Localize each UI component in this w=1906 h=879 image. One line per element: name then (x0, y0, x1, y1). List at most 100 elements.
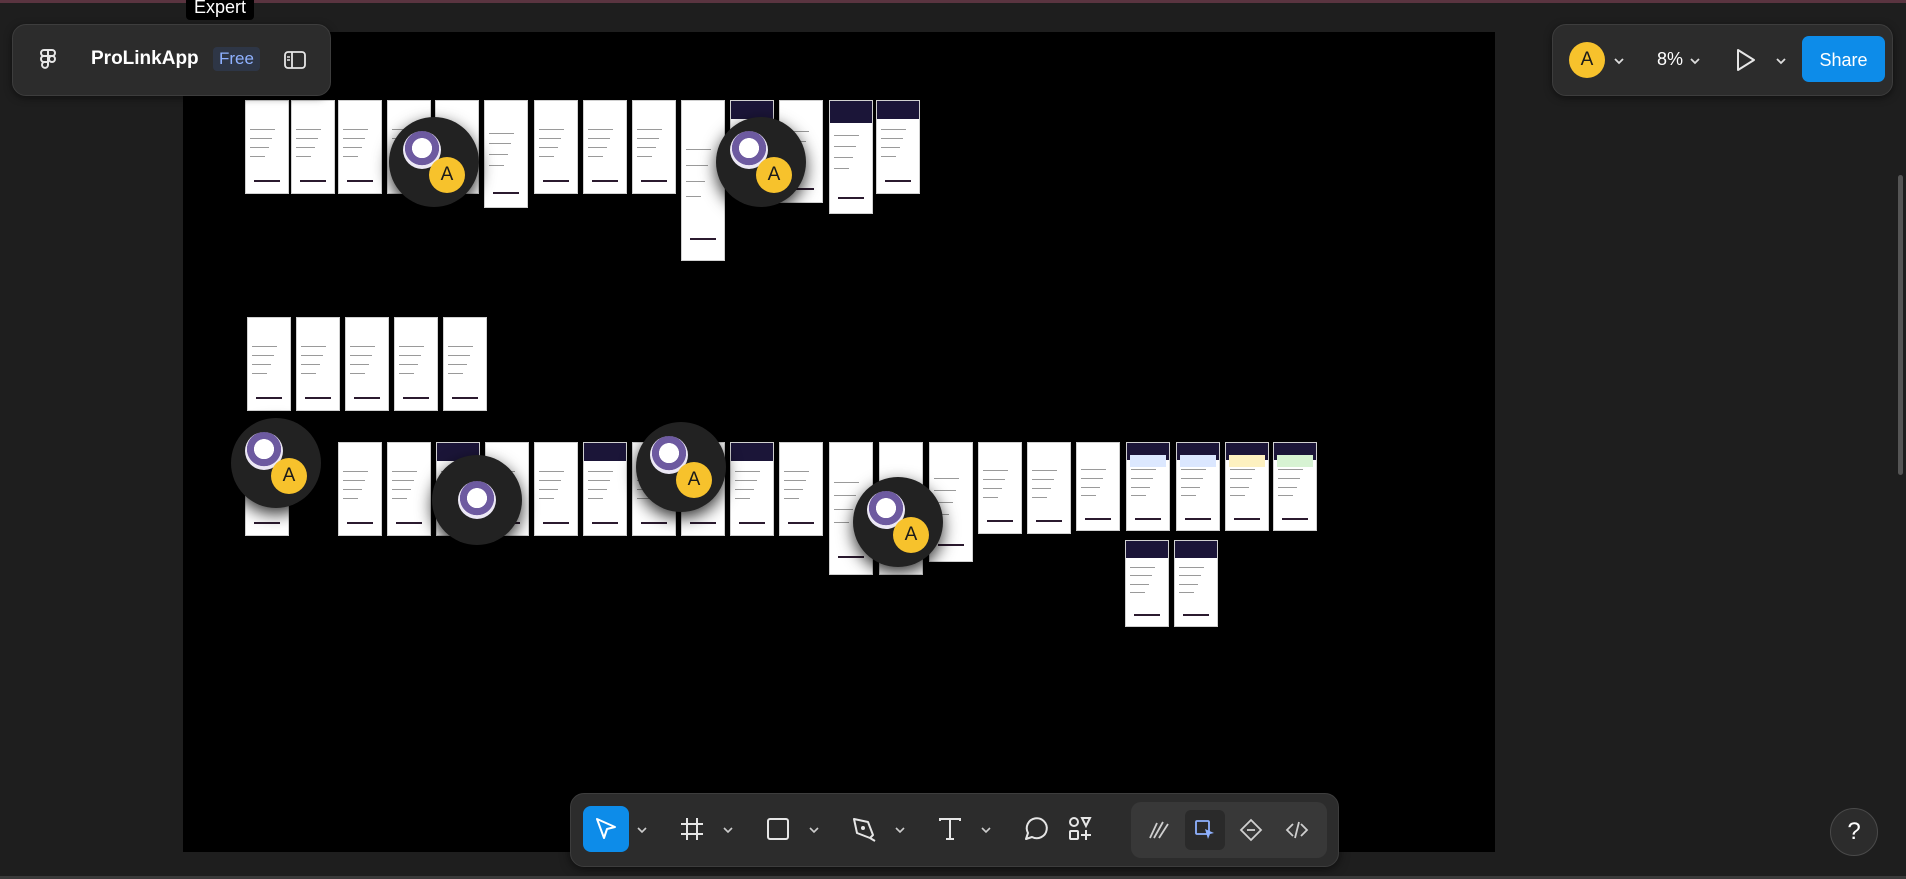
frame-text-line (588, 498, 604, 500)
screen-frame-thumbnail[interactable] (583, 442, 627, 536)
current-user-avatar[interactable]: A (1569, 42, 1605, 78)
file-name[interactable]: ProLinkApp (91, 48, 199, 70)
screen-frame-thumbnail[interactable] (245, 100, 289, 194)
frame-button-bar (1281, 517, 1309, 520)
chevron-down-icon[interactable] (1689, 55, 1701, 67)
help-button[interactable]: ? (1830, 808, 1878, 856)
screen-frame-thumbnail[interactable] (247, 317, 291, 411)
collaborator-cursor: A (231, 418, 321, 508)
dev-mode-icon[interactable] (1277, 810, 1317, 850)
frame-text-line (296, 156, 312, 158)
rectangle-tool-icon[interactable] (755, 806, 801, 852)
screen-frame-thumbnail[interactable] (681, 100, 725, 261)
screen-frame-thumbnail[interactable] (484, 100, 528, 208)
file-panel: ProLinkApp Free (12, 24, 331, 96)
chevron-down-icon[interactable] (637, 825, 647, 835)
frame-button-bar (787, 522, 815, 525)
screen-frame-thumbnail[interactable] (1225, 442, 1269, 531)
screen-frame-thumbnail[interactable] (338, 442, 382, 536)
frame-text-line (296, 128, 322, 130)
vertical-scrollbar[interactable] (1898, 175, 1903, 475)
plan-badge[interactable]: Free (213, 47, 260, 71)
screen-frame-thumbnail[interactable] (443, 317, 487, 411)
frame-button-bar (1184, 517, 1212, 520)
text-tool-icon[interactable] (927, 806, 973, 852)
frame-text-line (1278, 495, 1294, 497)
design-mode-icon[interactable] (1185, 810, 1225, 850)
collaborator-avatar: A (676, 462, 712, 498)
prototype-mode-icon[interactable] (1231, 810, 1271, 850)
screen-frame-thumbnail[interactable] (394, 317, 438, 411)
frame-text-line (399, 354, 422, 356)
screen-frame-thumbnail[interactable] (583, 100, 627, 194)
frame-button-bar (492, 192, 520, 195)
frame-button-bar (402, 397, 430, 400)
frame-text-line (489, 154, 508, 155)
present-play-icon[interactable] (1733, 47, 1757, 73)
screen-frame-thumbnail[interactable] (876, 100, 920, 194)
draw-mode-icon[interactable] (1139, 810, 1179, 850)
screen-frame-thumbnail[interactable] (1076, 442, 1120, 531)
actions-tool-icon[interactable] (1057, 806, 1103, 852)
frame-text-line (1278, 469, 1304, 471)
chevron-down-icon[interactable] (981, 825, 991, 835)
chevron-down-icon[interactable] (723, 825, 733, 835)
screen-frame-thumbnail[interactable] (978, 442, 1022, 534)
screen-frame-thumbnail[interactable] (387, 442, 431, 536)
zoom-level[interactable]: 8% (1657, 49, 1683, 70)
frame-text-line (588, 470, 614, 472)
frame-text-line (686, 180, 705, 182)
frame-highlight (1276, 455, 1314, 468)
tooltip: Expert (186, 0, 255, 20)
collaborator-avatar: A (271, 458, 307, 494)
frame-text-line (343, 498, 359, 500)
frame-text-line (1130, 566, 1156, 568)
pen-tool-icon[interactable] (841, 806, 887, 852)
frame-text-line (784, 470, 810, 472)
screen-frame-thumbnail[interactable] (291, 100, 335, 194)
frame-button-bar (346, 522, 374, 525)
screen-frame-thumbnail[interactable] (1176, 442, 1220, 531)
screen-frame-thumbnail[interactable] (730, 442, 774, 536)
screen-frame-thumbnail[interactable] (296, 317, 340, 411)
frame-header-bar (830, 101, 872, 124)
frame-text-line (250, 147, 269, 148)
frame-text-line (1179, 566, 1205, 568)
frame-text-line (1081, 486, 1100, 488)
screen-frame-thumbnail[interactable] (1273, 442, 1317, 531)
frame-text-line (1131, 486, 1150, 488)
screen-frame-thumbnail[interactable] (345, 317, 389, 411)
frame-header-bar (1126, 541, 1168, 558)
sidebar-toggle-icon[interactable] (283, 49, 307, 71)
screen-frame-thumbnail[interactable] (1027, 442, 1071, 534)
frame-text-line (539, 137, 562, 139)
screen-frame-thumbnail[interactable] (1126, 442, 1170, 531)
screen-frame-thumbnail[interactable] (1125, 540, 1169, 627)
chevron-down-icon[interactable] (895, 825, 905, 835)
screen-frame-thumbnail[interactable] (632, 100, 676, 194)
design-canvas[interactable] (183, 32, 1495, 852)
frame-text-line (1081, 495, 1097, 497)
screen-frame-thumbnail[interactable] (1174, 540, 1218, 627)
move-tool-icon[interactable] (583, 806, 629, 852)
screen-frame-thumbnail[interactable] (779, 442, 823, 536)
frame-text-line (588, 489, 607, 490)
frame-button-bar (837, 555, 865, 558)
comment-tool-icon[interactable] (1013, 806, 1059, 852)
frame-text-line (350, 373, 366, 375)
mode-switcher (1131, 802, 1327, 858)
chevron-down-icon[interactable] (1613, 55, 1625, 67)
chevron-down-icon[interactable] (809, 825, 819, 835)
screen-frame-thumbnail[interactable] (534, 100, 578, 194)
figma-menu-icon[interactable] (35, 47, 61, 73)
frame-header-bar (877, 101, 919, 120)
screen-frame-thumbnail[interactable] (338, 100, 382, 194)
frame-text-line (489, 132, 515, 134)
screen-frame-thumbnail[interactable] (829, 100, 873, 214)
share-button[interactable]: Share (1802, 36, 1885, 82)
frame-tool-icon[interactable] (669, 806, 715, 852)
chevron-down-icon[interactable] (1775, 55, 1787, 67)
screen-frame-thumbnail[interactable] (534, 442, 578, 536)
frame-text-line (686, 148, 712, 150)
frame-text-line (637, 147, 656, 148)
